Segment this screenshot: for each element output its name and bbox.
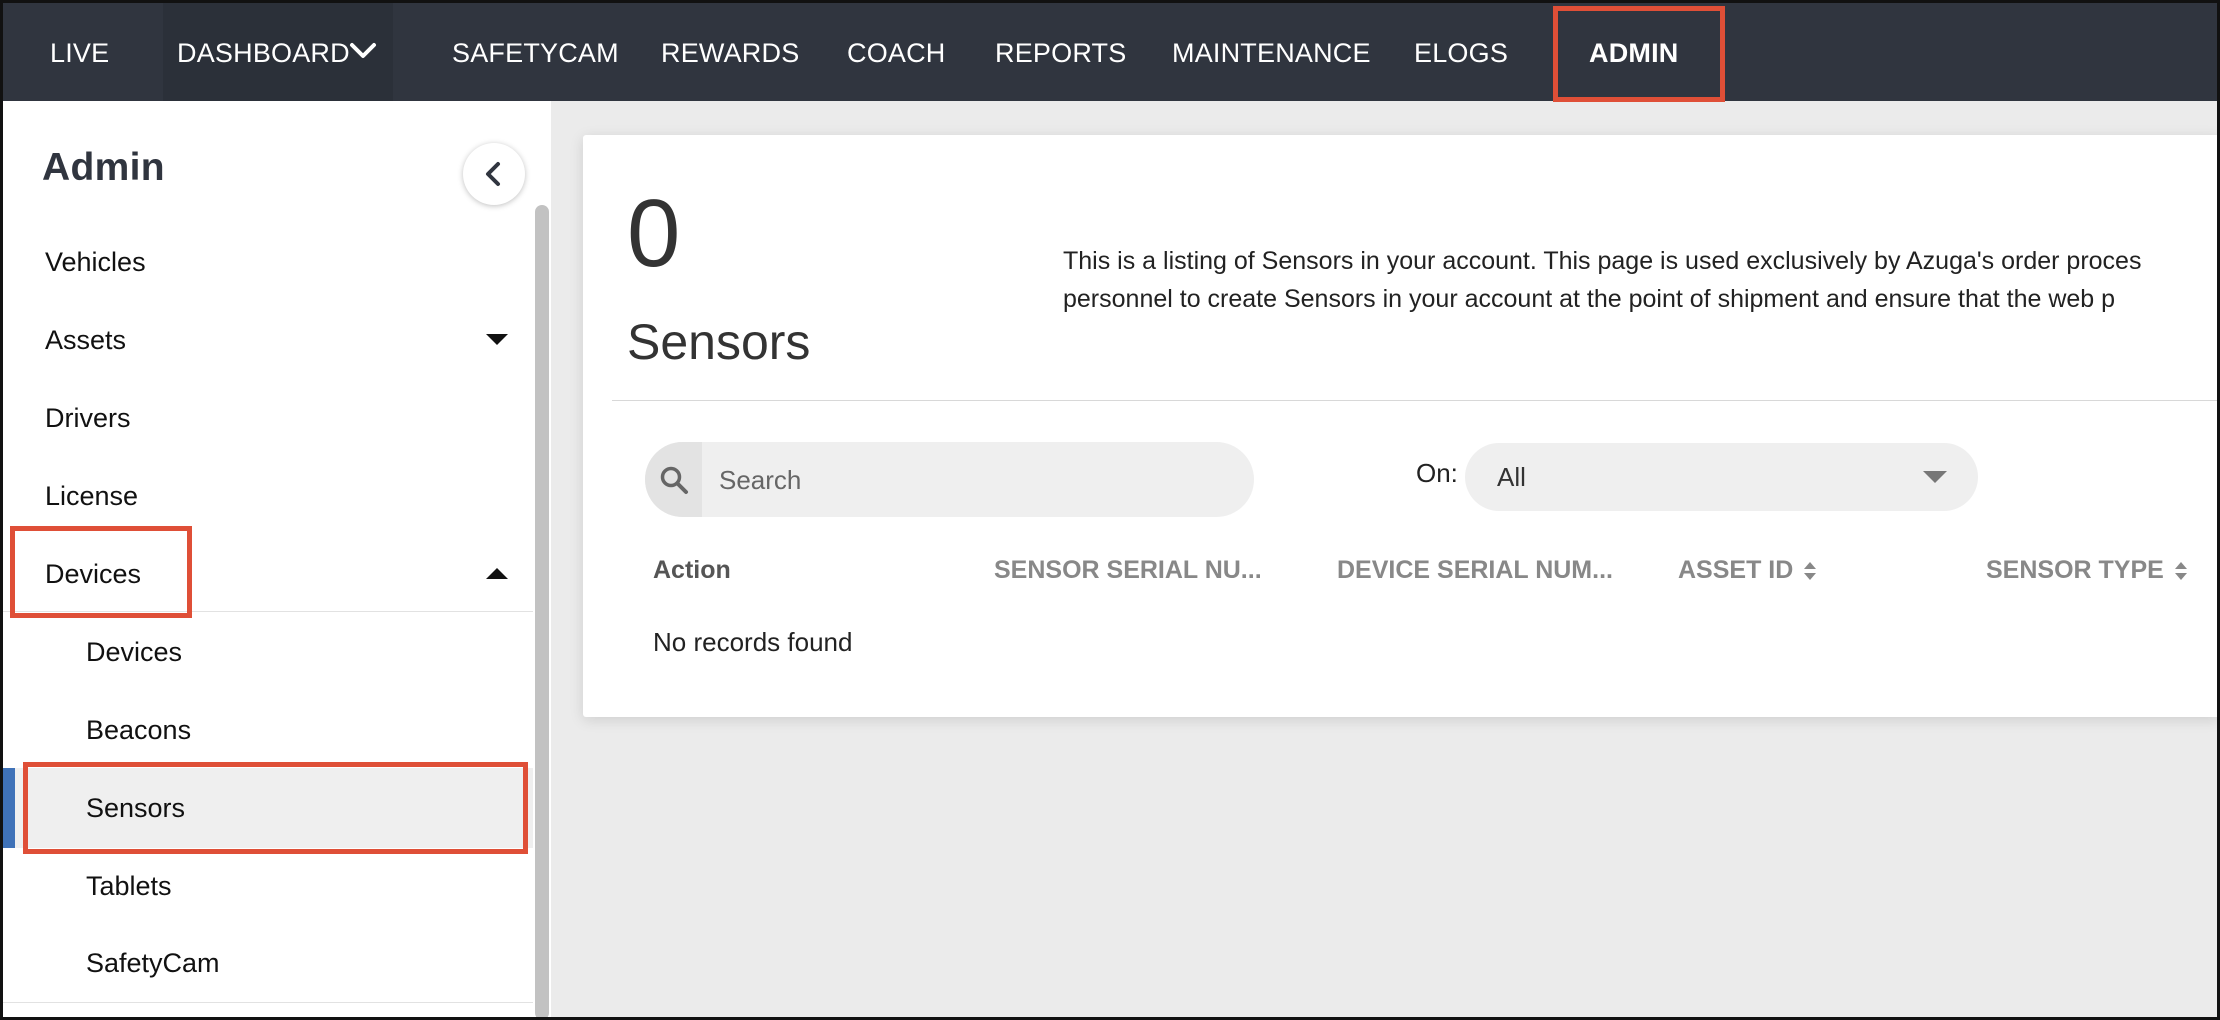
search-input[interactable]: [717, 442, 1241, 517]
nav-maintenance[interactable]: MAINTENANCE: [1172, 0, 1371, 101]
sidebar-subitem-devices[interactable]: Devices: [86, 637, 182, 668]
nav-live[interactable]: LIVE: [50, 0, 109, 101]
column-header-asset-id[interactable]: ASSET ID: [1678, 556, 1817, 585]
search-icon: [660, 466, 688, 494]
card-divider: [612, 400, 2220, 401]
devices-highlight-box: [10, 526, 192, 618]
description-line-2: personnel to create Sensors in your acco…: [1063, 285, 2116, 313]
sidebar-subitem-safetycam[interactable]: SafetyCam: [86, 948, 220, 979]
empty-state-text: No records found: [653, 627, 853, 657]
column-header-asset-id-label: ASSET ID: [1678, 556, 1794, 584]
chevron-left-icon: [486, 162, 500, 186]
nav-reports[interactable]: REPORTS: [995, 0, 1126, 101]
caret-down-icon[interactable]: [486, 334, 508, 345]
dropdown-caret-icon: [1923, 471, 1947, 483]
sensor-count: 0: [627, 180, 681, 287]
column-header-action: Action: [653, 556, 731, 584]
sort-icon[interactable]: [2174, 560, 2188, 582]
nav-dashboard[interactable]: DASHBOARD: [177, 0, 350, 101]
sidebar-subitem-tablets[interactable]: Tablets: [86, 871, 172, 902]
sidebar-scrollbar-thumb[interactable]: [535, 205, 549, 1020]
sort-icon[interactable]: [1803, 560, 1817, 582]
filter-label: On:: [1416, 458, 1458, 488]
sidebar-item-assets[interactable]: Assets: [45, 325, 126, 356]
active-indicator: [3, 768, 15, 848]
column-header-sensor-serial[interactable]: SENSOR SERIAL NU...: [994, 556, 1262, 585]
nav-elogs[interactable]: ELOGS: [1414, 0, 1508, 101]
chevron-down-icon[interactable]: [349, 40, 377, 62]
nav-safetycam[interactable]: SAFETYCAM: [452, 0, 619, 101]
sidebar-item-vehicles[interactable]: Vehicles: [45, 247, 146, 278]
page-description: This is a listing of Sensors in your acc…: [1063, 242, 2220, 318]
column-header-device-serial[interactable]: DEVICE SERIAL NUM...: [1337, 556, 1613, 585]
sidebar-divider: [3, 1002, 533, 1003]
collapse-sidebar-button[interactable]: [463, 143, 525, 205]
filter-select-value: All: [1497, 462, 1526, 492]
sidebar-subitem-beacons[interactable]: Beacons: [86, 715, 191, 746]
column-header-sensor-type[interactable]: SENSOR TYPE: [1986, 556, 2188, 585]
search-box[interactable]: [645, 442, 1254, 517]
admin-highlight-box: [1553, 6, 1725, 102]
sidebar-title: Admin: [42, 146, 165, 189]
page-title: Sensors: [627, 314, 811, 370]
sidebar-item-drivers[interactable]: Drivers: [45, 403, 131, 434]
caret-up-icon[interactable]: [486, 568, 508, 579]
filter-select[interactable]: All: [1465, 443, 1978, 511]
column-header-sensor-type-label: SENSOR TYPE: [1986, 556, 2164, 584]
nav-rewards[interactable]: REWARDS: [661, 0, 799, 101]
sidebar-item-license[interactable]: License: [45, 481, 138, 512]
nav-coach[interactable]: COACH: [847, 0, 946, 101]
top-nav: LIVE DASHBOARD SAFETYCAM REWARDS COACH R…: [0, 0, 2220, 102]
search-icon-container[interactable]: [645, 442, 702, 517]
sensors-highlight-box: [23, 762, 528, 854]
description-line-1: This is a listing of Sensors in your acc…: [1063, 247, 2142, 275]
